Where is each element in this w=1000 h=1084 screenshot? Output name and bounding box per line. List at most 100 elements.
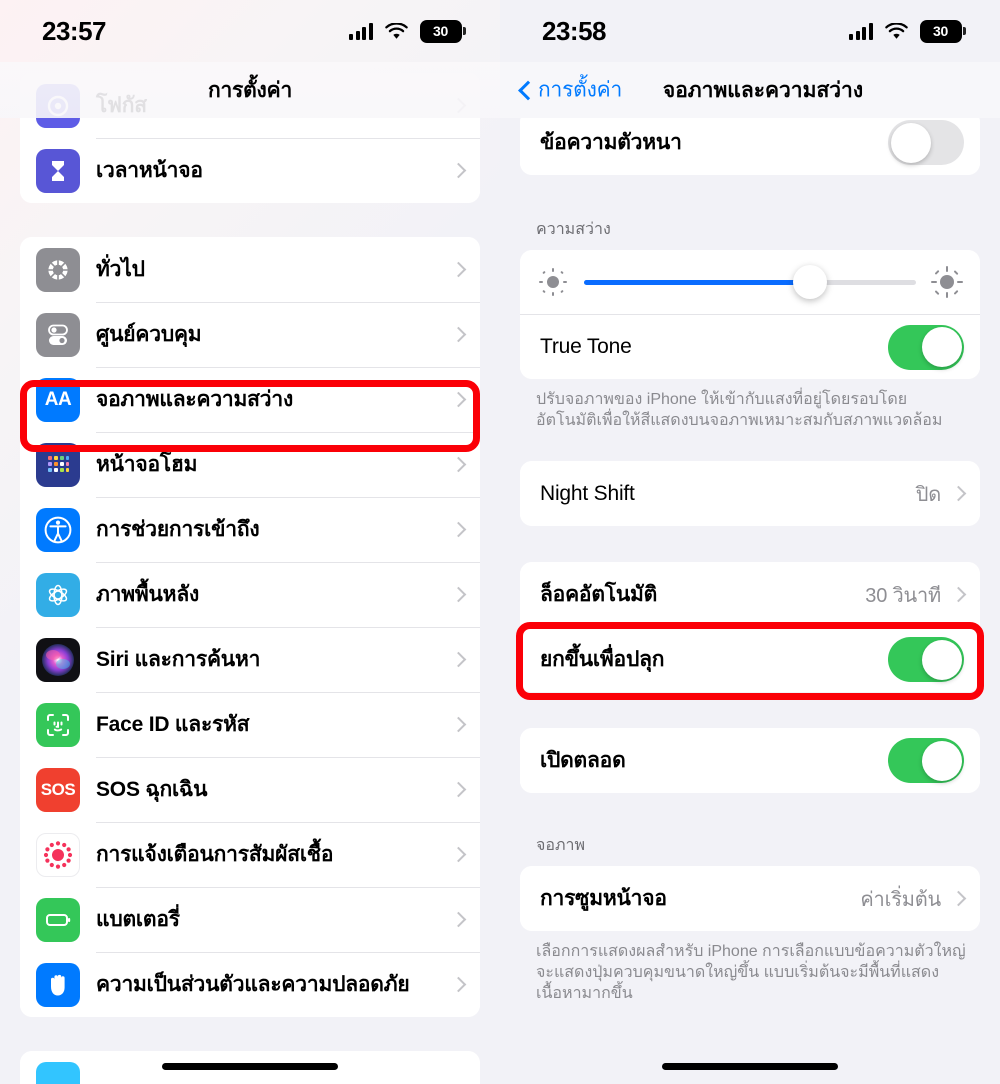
row-display-zoom[interactable]: การซูมหน้าจอ ค่าเริ่มต้น xyxy=(520,866,980,932)
chevron-right-icon xyxy=(450,162,467,179)
chevron-right-icon xyxy=(450,521,467,538)
screen-time-icon xyxy=(36,148,80,193)
row-value: ค่าเริ่มต้น xyxy=(860,888,941,911)
left-screen-settings: 23:57 30 การตั้งค่า เวลาหน้าจอ ทั่วไป ศู… xyxy=(0,0,500,1084)
row-label: ยกขึ้นเพื่อปลุก xyxy=(540,648,665,672)
chevron-right-icon xyxy=(950,890,967,907)
settings-row-face-id[interactable]: Face ID และรหัส xyxy=(20,692,480,757)
settings-row-label: ภาพพื้นหลัง xyxy=(96,583,200,606)
exposure-notification-icon xyxy=(36,832,80,877)
settings-row-privacy-security[interactable]: ความเป็นส่วนตัวและความปลอดภัย xyxy=(20,952,480,1017)
sos-icon: SOS xyxy=(36,767,80,812)
accessibility-icon xyxy=(36,507,80,552)
settings-row-accessibility[interactable]: การช่วยการเข้าถึง xyxy=(20,497,480,562)
row-true-tone[interactable]: True Tone xyxy=(520,314,980,379)
settings-row-label: Siri และการค้นหา xyxy=(96,648,261,671)
chevron-right-icon xyxy=(450,911,467,928)
footer-display-zoom: เลือกการแสดงผลสำหรับ iPhone การเลือกแบบข… xyxy=(536,943,966,1003)
section-header-brightness: ความสว่าง xyxy=(536,221,611,238)
display-brightness-icon: AA xyxy=(36,377,80,422)
control-center-icon xyxy=(36,312,80,357)
chevron-right-icon xyxy=(950,485,967,502)
settings-row-label: การช่วยการเข้าถึง xyxy=(96,518,260,541)
settings-row-label: เวลาหน้าจอ xyxy=(96,159,203,182)
home-indicator xyxy=(162,1063,338,1070)
row-value: ปิด xyxy=(915,483,941,506)
group-text-options: ข้อความตัวหนา xyxy=(520,110,980,175)
chevron-right-icon xyxy=(450,976,467,993)
settings-row-home-screen[interactable]: หน้าจอโฮม xyxy=(20,432,480,497)
home-screen-icon xyxy=(36,442,80,487)
settings-row-wallpaper[interactable]: ภาพพื้นหลัง xyxy=(20,562,480,627)
group-night-shift: Night Shift ปิด xyxy=(520,461,980,527)
row-bold-text[interactable]: ข้อความตัวหนา xyxy=(520,110,980,175)
always-on-toggle[interactable] xyxy=(888,738,964,784)
status-indicators: 30 xyxy=(849,19,966,43)
dual-screenshot-container: 23:57 30 การตั้งค่า เวลาหน้าจอ ทั่วไป ศู… xyxy=(0,0,1000,1084)
row-night-shift[interactable]: Night Shift ปิด xyxy=(520,461,980,527)
settings-row-emergency-sos[interactable]: SOS SOS ฉุกเฉิน xyxy=(20,757,480,822)
cellular-bars-icon xyxy=(349,22,373,40)
status-indicators: 30 xyxy=(349,19,466,43)
row-label: ข้อความตัวหนา xyxy=(540,131,682,154)
right-nav-bar: การตั้งค่า จอภาพและความสว่าง xyxy=(500,62,1000,118)
left-nav-bar: การตั้งค่า xyxy=(0,62,500,118)
status-time: 23:58 xyxy=(542,15,607,46)
chevron-left-icon xyxy=(518,79,531,101)
wifi-icon xyxy=(884,22,908,40)
row-auto-lock[interactable]: ล็อคอัตโนมัติ 30 วินาที xyxy=(520,562,980,628)
gear-icon xyxy=(36,247,80,292)
settings-row-label: การแจ้งเตือนการสัมผัสเชื้อ xyxy=(96,843,334,866)
settings-row-siri-search[interactable]: Siri และการค้นหา xyxy=(20,627,480,692)
settings-row-label: SOS ฉุกเฉิน xyxy=(96,778,208,801)
row-label: การซูมหน้าจอ xyxy=(540,887,667,911)
wifi-icon xyxy=(384,22,408,40)
settings-row-label: ทั่วไป xyxy=(96,258,145,281)
raise-to-wake-toggle[interactable] xyxy=(888,637,964,683)
footer-true-tone: ปรับจอภาพของ iPhone ให้เข้ากับแสงที่อยู่… xyxy=(536,391,943,430)
right-screen-display-brightness: 23:58 30 การตั้งค่า จอภาพและความสว่าง ข้… xyxy=(500,0,1000,1084)
row-label: True Tone xyxy=(540,335,632,358)
right-scroll-content[interactable]: ข้อความตัวหนา ความสว่าง True Tone ปรับจอ… xyxy=(500,110,1000,1084)
cellular-bars-icon xyxy=(849,22,873,40)
settings-row-exposure-notifications[interactable]: การแจ้งเตือนการสัมผัสเชื้อ xyxy=(20,822,480,887)
face-id-icon xyxy=(36,702,80,747)
status-time: 23:57 xyxy=(42,15,107,46)
page-title: การตั้งค่า xyxy=(207,78,293,102)
sun-high-icon xyxy=(931,266,963,298)
settings-row-screen-time[interactable]: เวลาหน้าจอ xyxy=(20,138,480,203)
group-always-on: เปิดตลอด xyxy=(520,728,980,794)
right-status-bar: 23:58 30 xyxy=(500,0,1000,62)
settings-row-label: ความเป็นส่วนตัวและความปลอดภัย xyxy=(96,973,410,996)
privacy-hand-icon xyxy=(36,962,80,1007)
brightness-slider-track[interactable] xyxy=(584,265,916,299)
wallpaper-icon xyxy=(36,572,80,617)
true-tone-toggle[interactable] xyxy=(888,324,964,370)
battery-percent: 30 xyxy=(433,23,448,39)
left-scroll-content[interactable]: โฟกัส เวลาหน้าจอ xyxy=(0,73,500,1084)
chevron-right-icon xyxy=(450,586,467,603)
settings-row-display-brightness[interactable]: AA จอภาพและความสว่าง xyxy=(20,367,480,432)
chevron-right-icon xyxy=(450,456,467,473)
settings-group-system: ทั่วไป ศูนย์ควบคุม AA จอภาพและความสว่าง … xyxy=(20,237,480,1017)
brightness-slider-thumb[interactable] xyxy=(792,265,827,299)
back-button-label: การตั้งค่า xyxy=(538,78,623,102)
sun-low-icon xyxy=(538,267,568,297)
settings-row-label: หน้าจอโฮม xyxy=(96,453,198,476)
back-button[interactable]: การตั้งค่า xyxy=(518,74,622,107)
siri-icon xyxy=(36,637,80,682)
settings-row-general[interactable]: ทั่วไป xyxy=(20,237,480,302)
section-header-display: จอภาพ xyxy=(536,837,586,855)
bold-text-toggle[interactable] xyxy=(888,120,964,165)
settings-row-battery[interactable]: แบตเตอรี่ xyxy=(20,887,480,952)
battery-icon: 30 xyxy=(419,19,466,43)
chevron-right-icon xyxy=(450,261,467,278)
row-raise-to-wake[interactable]: ยกขึ้นเพื่อปลุก xyxy=(520,627,980,693)
settings-row-label: ศูนย์ควบคุม xyxy=(96,323,202,346)
settings-row-control-center[interactable]: ศูนย์ควบคุม xyxy=(20,302,480,367)
home-indicator xyxy=(662,1063,838,1070)
brightness-slider-row[interactable] xyxy=(520,250,980,314)
group-brightness: True Tone xyxy=(520,250,980,379)
group-display-zoom: การซูมหน้าจอ ค่าเริ่มต้น xyxy=(520,866,980,932)
row-always-on[interactable]: เปิดตลอด xyxy=(520,728,980,794)
